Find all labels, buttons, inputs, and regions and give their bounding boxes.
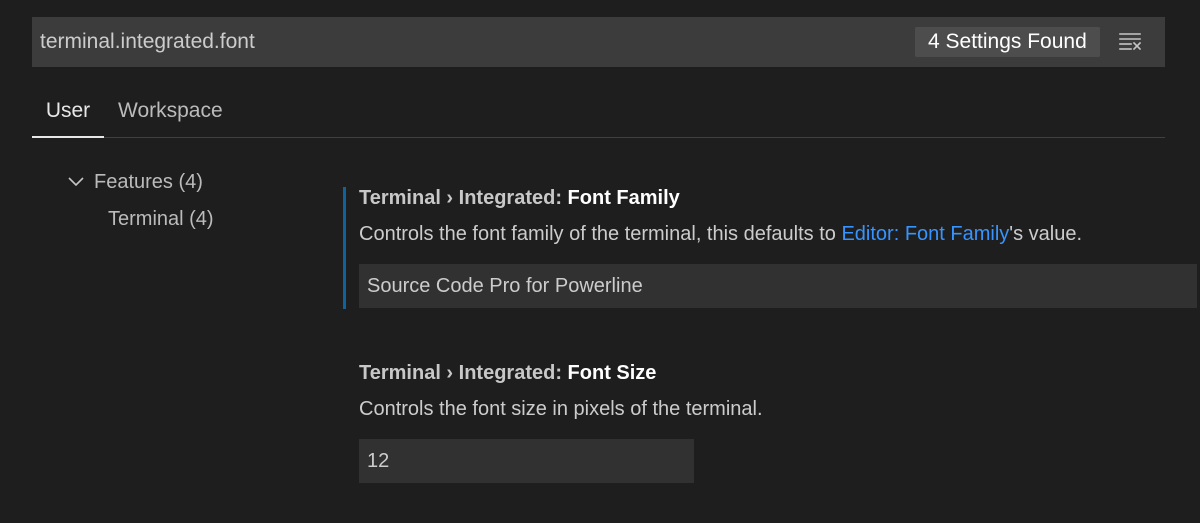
tree-item-features[interactable]: Features (4) <box>66 169 203 195</box>
tab-user[interactable]: User <box>32 88 104 138</box>
setting-title: Terminal › Integrated: Font Family <box>359 185 1200 211</box>
settings-editor: 4 Settings Found User Workspace Featur <box>0 0 1200 523</box>
setting-font-family: Terminal › Integrated: Font Family Contr… <box>359 185 1200 308</box>
setting-title: Terminal › Integrated: Font Size <box>359 360 1200 386</box>
settings-count-badge: 4 Settings Found <box>915 27 1100 57</box>
settings-search-bar: 4 Settings Found <box>32 17 1165 67</box>
tree-item-terminal[interactable]: Terminal (4) <box>108 206 214 232</box>
setting-font-size: Terminal › Integrated: Font Size Control… <box>359 360 1200 483</box>
settings-search-input[interactable] <box>40 17 900 67</box>
setting-category: Terminal › Integrated: <box>359 362 568 384</box>
tree-item-features-label: Features (4) <box>94 171 203 193</box>
settings-tabs: User Workspace <box>32 88 1165 138</box>
setting-description: Controls the font size in pixels of the … <box>359 398 763 420</box>
setting-label: Font Size <box>567 362 657 384</box>
font-size-input[interactable] <box>359 439 694 483</box>
font-family-input[interactable] <box>359 264 1197 308</box>
setting-description-suffix: 's value. <box>1009 223 1083 245</box>
setting-description: Controls the font family of the terminal… <box>359 221 1200 247</box>
setting-label: Font Family <box>567 187 680 209</box>
editor-font-family-link[interactable]: Editor: Font Family <box>841 223 1009 245</box>
tab-workspace[interactable]: Workspace <box>118 88 223 138</box>
setting-description-text: Controls the font family of the terminal… <box>359 223 842 245</box>
clear-filter-icon[interactable] <box>1118 29 1144 55</box>
focused-setting-indicator <box>343 187 346 309</box>
chevron-down-icon <box>66 171 86 191</box>
setting-category: Terminal › Integrated: <box>359 187 568 209</box>
